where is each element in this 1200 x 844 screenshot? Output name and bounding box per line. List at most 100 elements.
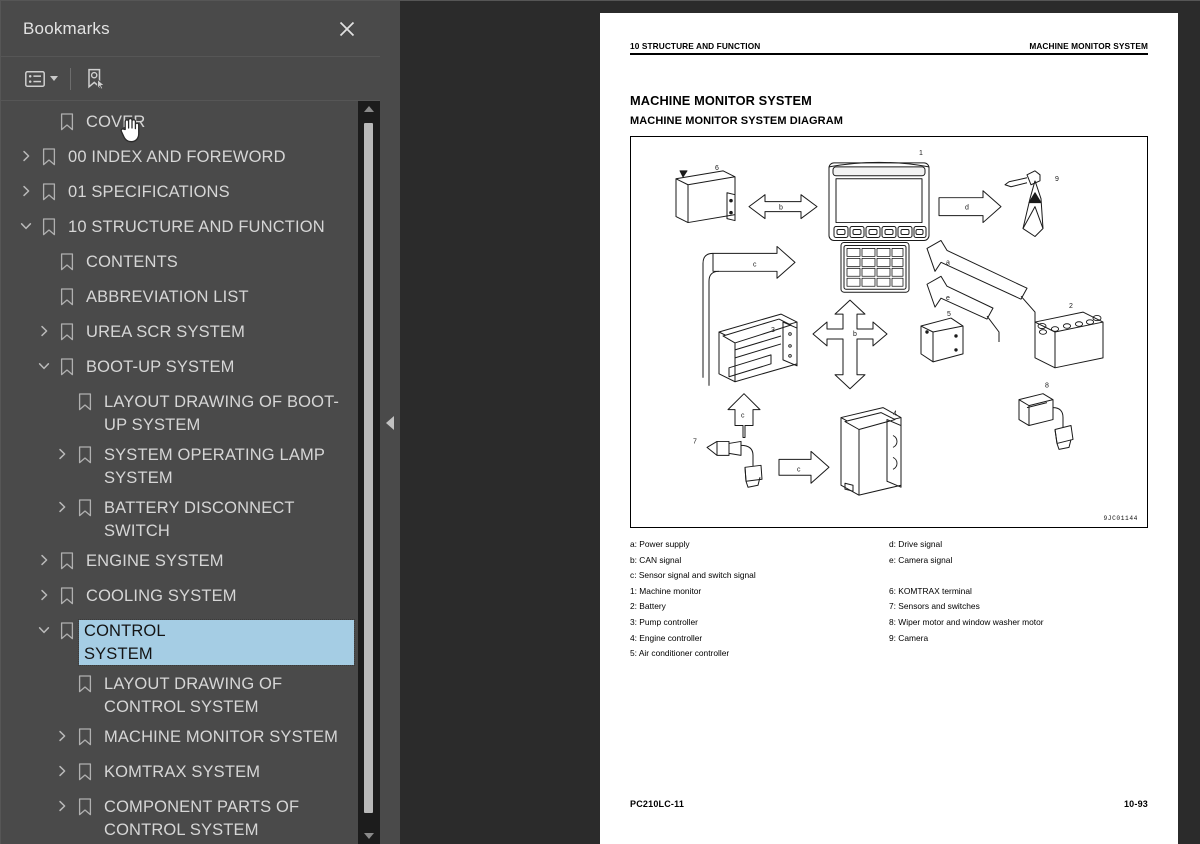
bookmark-icon <box>73 761 97 781</box>
bookmark-item[interactable]: ABBREVIATION LIST <box>1 282 358 317</box>
chevron-right-icon[interactable] <box>51 796 73 812</box>
bookmark-icon <box>55 356 79 376</box>
bookmark-item[interactable]: COMPONENT PARTS OF CONTROL SYSTEM <box>1 792 358 844</box>
legend-item: 5: Air conditioner controller <box>630 648 730 659</box>
diagram-drawing: 1 6 b d 9 c a e 2 3 b 5 8 c 7 c 4 <box>675 150 1104 496</box>
svg-text:b: b <box>853 331 857 338</box>
bookmark-label: CONTROL SYSTEM <box>78 619 355 666</box>
bookmark-icon <box>73 444 97 464</box>
bookmark-item[interactable]: KOMTRAX SYSTEM <box>1 757 358 792</box>
bookmark-item[interactable]: COOLING SYSTEM <box>1 581 358 616</box>
bookmark-label: LAYOUT DRAWING OF CONTROL SYSTEM <box>104 675 283 716</box>
svg-text:a: a <box>946 259 950 266</box>
bookmark-icon <box>73 726 97 746</box>
page-subtitle: MACHINE MONITOR SYSTEM DIAGRAM <box>630 115 844 127</box>
scroll-down-arrow-icon[interactable] <box>358 828 380 844</box>
bookmark-label: SYSTEM OPERATING LAMP SYSTEM <box>104 446 325 487</box>
svg-text:e: e <box>946 295 950 302</box>
bookmark-item[interactable]: 10 STRUCTURE AND FUNCTION <box>1 212 358 247</box>
svg-text:9: 9 <box>1055 176 1059 183</box>
bookmark-icon <box>55 585 79 605</box>
chevron-down-icon <box>50 76 58 81</box>
pdf-page: 10 STRUCTURE AND FUNCTION MACHINE MONITO… <box>600 13 1178 844</box>
bookmark-item[interactable]: BOOT-UP SYSTEM <box>1 352 358 387</box>
bookmark-item[interactable]: BATTERY DISCONNECT SWITCH <box>1 493 358 546</box>
figure-legend: a: Power supply b: CAN signal c: Sensor … <box>630 537 1148 662</box>
svg-text:c: c <box>797 466 801 473</box>
bookmark-item[interactable]: 00 INDEX AND FOREWORD <box>1 142 358 177</box>
svg-text:c: c <box>753 261 757 268</box>
chevron-right-icon[interactable] <box>51 761 73 777</box>
scrollbar-thumb[interactable] <box>364 123 373 813</box>
bookmark-label: 00 INDEX AND FOREWORD <box>68 148 286 166</box>
bookmark-item[interactable]: 01 SPECIFICATIONS <box>1 177 358 212</box>
svg-text:b: b <box>779 205 783 212</box>
bookmarks-tree[interactable]: COVER 00 INDEX AND FOREWORD 01 SPECIFICATI… <box>1 101 358 844</box>
bookmark-icon <box>73 796 97 816</box>
legend-item: 7: Sensors and switches <box>889 601 980 612</box>
legend-item: a: Power supply <box>630 539 690 549</box>
bookmark-icon <box>37 146 61 166</box>
chevron-right-icon[interactable] <box>33 585 55 601</box>
bookmark-icon <box>55 321 79 341</box>
bookmark-icon <box>55 111 79 131</box>
chevron-right-icon[interactable] <box>51 444 73 460</box>
close-icon[interactable] <box>334 16 360 42</box>
bookmark-item[interactable]: LAYOUT DRAWING OF CONTROL SYSTEM <box>1 669 358 722</box>
panel-collapse-handle[interactable] <box>380 0 400 844</box>
legend-item: e: Camera signal <box>889 554 953 565</box>
chevron-down-icon[interactable] <box>15 216 37 232</box>
bookmark-item[interactable]: UREA SCR SYSTEM <box>1 317 358 352</box>
legend-item: 2: Battery <box>630 601 666 612</box>
chevron-down-icon[interactable] <box>33 356 55 372</box>
bookmark-icon <box>73 673 97 693</box>
document-viewer[interactable]: 10 STRUCTURE AND FUNCTION MACHINE MONITO… <box>400 0 1200 844</box>
chevron-right-icon[interactable] <box>15 146 37 162</box>
bookmark-label: COMPONENT PARTS OF CONTROL SYSTEM <box>104 798 300 839</box>
bookmark-pointer-icon[interactable] <box>83 65 109 93</box>
bookmark-item[interactable]: ENGINE SYSTEM <box>1 546 358 581</box>
scroll-up-arrow-icon[interactable] <box>358 101 380 117</box>
chevron-right-icon[interactable] <box>33 321 55 337</box>
bookmark-item[interactable]: SYSTEM OPERATING LAMP SYSTEM <box>1 440 358 493</box>
bookmark-item[interactable]: CONTENTS <box>1 247 358 282</box>
bookmarks-scrollbar[interactable] <box>358 101 380 844</box>
bookmark-icon <box>73 497 97 517</box>
bookmark-icon <box>55 620 79 640</box>
chevron-right-icon[interactable] <box>33 550 55 566</box>
legend-item: d: Drive signal <box>889 539 943 549</box>
legend-item: 8: Wiper motor and window washer motor <box>889 616 1044 627</box>
bookmarks-panel-header: Bookmarks <box>1 1 380 57</box>
list-options-icon[interactable] <box>23 65 60 93</box>
bookmark-item[interactable]: LAYOUT DRAWING OF BOOT-UP SYSTEM <box>1 387 358 440</box>
legend-spacer <box>889 568 1148 584</box>
triangle-left-icon <box>386 415 394 430</box>
legend-column-right: d: Drive signal e: Camera signal 6: KOMT… <box>889 537 1148 662</box>
legend-column-left: a: Power supply b: CAN signal c: Sensor … <box>630 537 889 662</box>
bookmark-label: COVER <box>86 113 146 131</box>
chevron-right-icon[interactable] <box>15 181 37 197</box>
legend-item: b: CAN signal <box>630 554 682 565</box>
chevron-right-icon[interactable] <box>51 726 73 742</box>
svg-text:1: 1 <box>919 150 923 157</box>
bookmark-item[interactable]: CONTROL SYSTEM <box>1 616 358 669</box>
svg-text:5: 5 <box>947 311 951 318</box>
bookmarks-toolbar <box>1 57 380 101</box>
bookmark-item[interactable]: COVER <box>1 107 358 142</box>
svg-text:4: 4 <box>893 411 897 418</box>
chevron-right-icon[interactable] <box>51 497 73 513</box>
header-right-text: MACHINE MONITOR SYSTEM <box>1029 41 1148 51</box>
header-rule <box>630 53 1148 55</box>
bookmark-icon <box>73 391 97 411</box>
chevron-down-icon[interactable] <box>33 620 55 636</box>
toolbar-divider <box>70 67 71 90</box>
svg-text:8: 8 <box>1045 383 1049 390</box>
bookmark-item[interactable]: MACHINE MONITOR SYSTEM <box>1 722 358 757</box>
bookmark-label: BATTERY DISCONNECT SWITCH <box>104 499 295 540</box>
legend-item: 4: Engine controller <box>630 632 703 643</box>
bookmark-label: BOOT-UP SYSTEM <box>86 358 235 376</box>
